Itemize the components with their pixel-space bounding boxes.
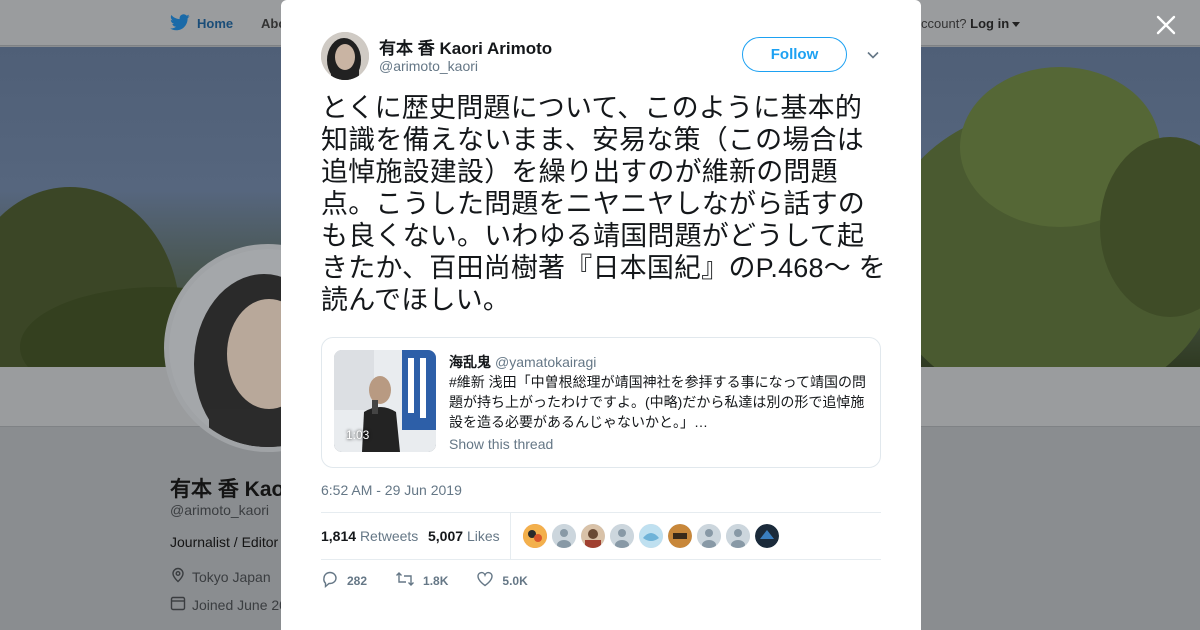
reply-icon[interactable] [321,570,339,591]
tweet-actions: 282 1.8K 5.0K [321,570,556,591]
retweets-stat[interactable]: 1,814 Retweets [321,528,418,544]
login-link[interactable]: Log in [970,16,1009,31]
tweet-text: とくに歴史問題について、このように基本的知識を備えないまま、安易な策（この場合は… [321,93,886,315]
profile-location: Tokyo Japan [170,567,271,586]
account-prompt: ccount? [921,16,967,31]
reply-count: 282 [347,573,368,588]
stats-divider [510,513,511,559]
show-thread-link[interactable]: Show this thread [449,436,553,452]
retweet-icon[interactable] [395,570,415,591]
liker-avatar[interactable] [610,524,634,548]
retweets-count: 1,814 [321,528,357,544]
close-icon[interactable] [1155,14,1177,36]
liker-avatar[interactable] [668,524,692,548]
like-action[interactable]: 5.0K [476,570,528,591]
liker-avatar[interactable] [581,524,605,548]
joined-text: Joined June 20 [192,596,287,613]
profile-bio: Journalist / Editor [170,534,279,550]
quoted-author-handle: @yamatokairagi [495,354,597,370]
like-count: 5.0K [502,573,528,588]
twitter-bird-icon[interactable] [170,14,190,36]
liker-avatar[interactable] [726,524,750,548]
profile-joined: Joined June 20 [170,595,287,614]
tweet-stats-bar: 1,814 Retweets 5,007 Likes [321,512,881,560]
location-text: Tokyo Japan [192,568,271,585]
chevron-down-icon[interactable] [866,48,880,62]
tweet-modal: 有本 香 Kaori Arimoto @arimoto_kaori Follow… [281,0,921,630]
profile-handle: @arimoto_kaori [170,502,270,518]
quoted-tweet-text: #維新 浅田「中曽根総理が靖国神社を参拝する事になって靖国の問題が持ち上がったわ… [449,374,866,430]
quoted-tweet-card[interactable]: 1:03 海乱鬼 @yamatokairagi #維新 浅田「中曽根総理が靖国神社… [321,337,881,468]
likes-count: 5,007 [428,528,464,544]
liker-avatar[interactable] [755,524,779,548]
retweets-label: Retweets [359,528,419,544]
tweet-timestamp[interactable]: 6:52 AM - 29 Jun 2019 [321,482,462,498]
author-avatar[interactable] [321,32,369,80]
liker-avatar[interactable] [639,524,663,548]
likers-avatars [523,524,779,548]
location-icon [170,567,186,586]
profile-name: 有本 香 Kao [170,478,285,501]
calendar-icon [170,595,186,614]
reply-action[interactable]: 282 [321,570,367,591]
heart-icon[interactable] [476,570,494,591]
quoted-author: 海乱鬼 @yamatokairagi [449,352,596,372]
video-duration: 1:03 [346,428,370,442]
liker-avatar[interactable] [552,524,576,548]
likes-stat[interactable]: 5,007 Likes [428,528,500,544]
quoted-author-name: 海乱鬼 [449,354,491,370]
author-name[interactable]: 有本 香 Kaori Arimoto [379,34,552,59]
follow-button[interactable]: Follow [742,37,847,72]
quoted-video-thumbnail[interactable]: 1:03 [334,350,436,452]
retweet-action[interactable]: 1.8K [395,570,448,591]
likes-label: Likes [466,528,500,544]
nav-account-area: ccount? Log in [921,16,1021,31]
login-caret-icon[interactable] [1012,22,1021,28]
liker-avatar[interactable] [523,524,547,548]
liker-avatar[interactable] [697,524,721,548]
nav-home-link[interactable]: Home [197,16,233,31]
author-handle[interactable]: @arimoto_kaori [379,58,478,74]
retweet-count: 1.8K [423,573,449,588]
